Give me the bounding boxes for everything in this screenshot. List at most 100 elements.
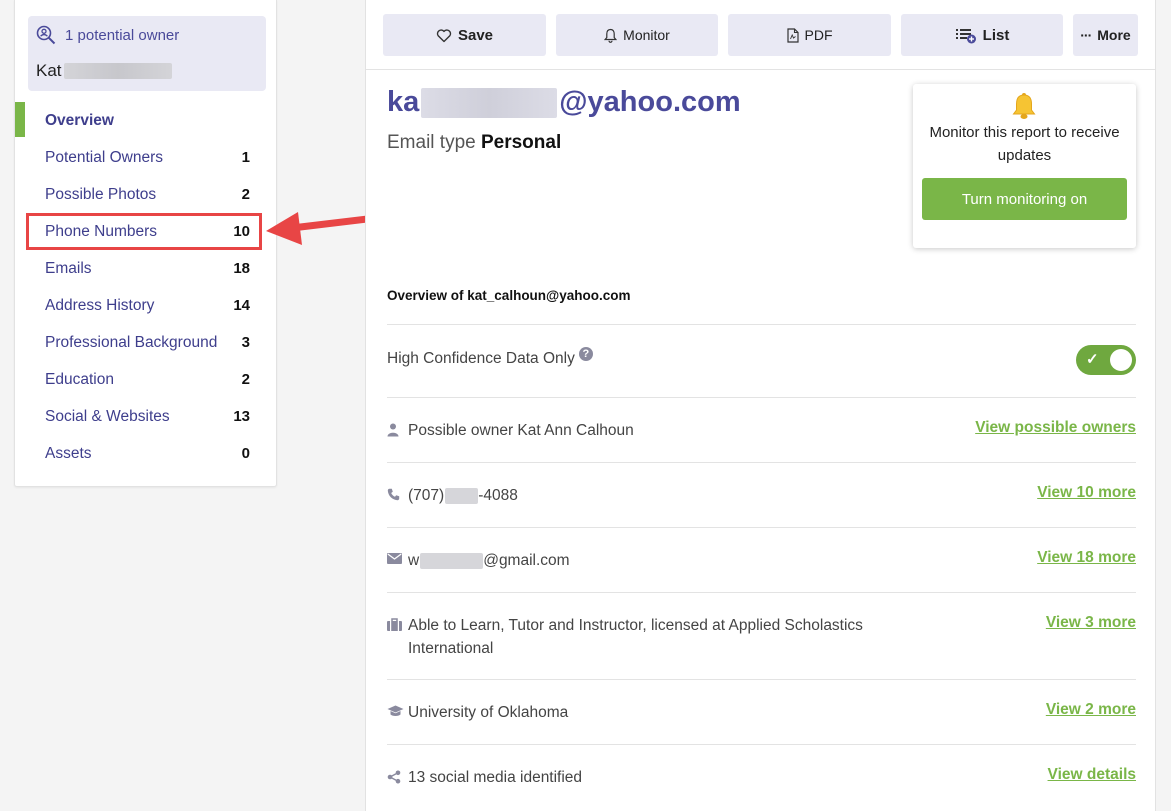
sidebar-item-address-history[interactable]: Address History 14 <box>15 287 276 324</box>
sidebar-item-label: Address History <box>45 296 155 314</box>
phone-row: (707) -4088 View 10 more <box>387 462 1136 527</box>
sidebar-item-label: Emails <box>45 259 92 277</box>
overview-heading: Overview of kat_calhoun@yahoo.com <box>387 288 631 303</box>
sidebar-item-count: 2 <box>241 371 250 388</box>
sidebar-item-education[interactable]: Education 2 <box>15 361 276 398</box>
monitor-button[interactable]: Monitor <box>556 14 718 56</box>
sidebar-item-professional-background[interactable]: Professional Background 3 <box>15 324 276 361</box>
email-type-value: Personal <box>480 132 562 153</box>
high-confidence-toggle[interactable]: ✓ <box>1076 345 1136 375</box>
monitor-message: Monitor this report to receive updates <box>929 124 1120 164</box>
owner-count: 1 potential owner <box>36 25 179 45</box>
email-label: w @gmail.com <box>387 549 570 572</box>
job-text: Able to Learn, Tutor and Instructor, lic… <box>408 617 863 657</box>
education-row: University of Oklahoma View 2 more <box>387 679 1136 744</box>
person-icon <box>387 419 408 437</box>
sidebar-item-count: 14 <box>233 297 250 314</box>
view-possible-owners-link[interactable]: View possible owners <box>975 419 1136 437</box>
sidebar-item-label: Assets <box>45 444 92 462</box>
help-icon[interactable]: ? <box>578 347 593 361</box>
sidebar-item-possible-photos[interactable]: Possible Photos 2 <box>15 176 276 213</box>
email-prefix: w <box>408 552 420 569</box>
education-label: University of Oklahoma <box>387 701 568 724</box>
sidebar-item-phone-numbers[interactable]: Phone Numbers 10 <box>26 213 262 250</box>
possible-owner-label: Possible owner Kat Ann Calhoun <box>387 419 634 442</box>
report-main: Save Monitor PDF List ··· More ka @yahoo… <box>365 0 1156 811</box>
high-confidence-row: High Confidence Data Only ? ✓ <box>387 324 1136 397</box>
pdf-label: PDF <box>804 27 833 43</box>
sidebar-item-count: 0 <box>241 445 250 462</box>
report-email-title: ka @yahoo.com <box>387 86 741 119</box>
list-button[interactable]: List <box>901 14 1063 56</box>
sidebar-item-emails[interactable]: Emails 18 <box>15 250 276 287</box>
redacted-block <box>421 87 558 118</box>
bell-icon <box>1012 93 1036 119</box>
save-button[interactable]: Save <box>383 14 546 56</box>
view-social-details-link[interactable]: View details <box>1048 766 1136 784</box>
phone-label: (707) -4088 <box>387 484 518 507</box>
sidebar-item-label: Overview <box>45 111 114 129</box>
sidebar-item-count: 10 <box>233 223 250 240</box>
toggle-knob <box>1110 349 1132 371</box>
pdf-button[interactable]: PDF <box>728 14 891 56</box>
view-emails-link[interactable]: View 18 more <box>1037 549 1136 567</box>
redacted-block <box>420 553 484 569</box>
possible-owner-text: Possible owner Kat Ann Calhoun <box>408 422 634 439</box>
view-phones-link[interactable]: View 10 more <box>1037 484 1136 502</box>
job-label: Able to Learn, Tutor and Instructor, lic… <box>387 614 887 660</box>
sidebar-item-label: Education <box>45 370 114 388</box>
sidebar-item-potential-owners[interactable]: Potential Owners 1 <box>15 139 276 176</box>
high-confidence-label: High Confidence Data Only ? <box>387 347 593 370</box>
view-jobs-link[interactable]: View 3 more <box>1046 614 1136 632</box>
view-education-link[interactable]: View 2 more <box>1046 701 1136 719</box>
monitor-card: Monitor this report to receive updates T… <box>913 84 1136 248</box>
phone-suffix: -4088 <box>478 487 518 504</box>
sidebar-item-label: Potential Owners <box>45 148 164 166</box>
report-toolbar: Save Monitor PDF List ··· More <box>366 0 1155 70</box>
sidebar-item-count: 1 <box>241 149 250 166</box>
owner-card[interactable]: 1 potential owner Kat <box>28 16 266 91</box>
monitor-label: Monitor <box>623 27 670 43</box>
more-dots-icon: ··· <box>1080 27 1092 43</box>
owner-name: Kat <box>36 61 172 81</box>
sidebar-item-label: Professional Background <box>45 333 218 351</box>
briefcase-icon <box>387 614 408 631</box>
education-text: University of Oklahoma <box>408 704 569 721</box>
sidebar-item-label: Possible Photos <box>45 185 157 203</box>
share-icon <box>387 766 408 784</box>
possible-owner-row: Possible owner Kat Ann Calhoun View poss… <box>387 397 1136 462</box>
email-row: w @gmail.com View 18 more <box>387 527 1136 592</box>
save-label: Save <box>457 26 494 44</box>
sidebar-item-label: Social & Websites <box>45 407 170 425</box>
list-label: List <box>982 26 1010 44</box>
high-confidence-text: High Confidence Data Only <box>387 350 575 367</box>
job-row: Able to Learn, Tutor and Instructor, lic… <box>387 592 1136 679</box>
more-button[interactable]: ··· More <box>1073 14 1138 56</box>
email-type-label: Email type <box>387 132 476 153</box>
envelope-icon <box>387 549 408 564</box>
owner-name-text: Kat <box>36 61 62 80</box>
email-type: Email type Personal <box>387 132 561 154</box>
bell-icon <box>604 28 618 43</box>
sidebar-item-count: 18 <box>233 260 250 277</box>
redacted-block <box>445 488 479 504</box>
add-to-list-icon <box>955 28 976 43</box>
check-icon: ✓ <box>1086 351 1099 368</box>
report-sidebar: 1 potential owner Kat Overview Potential… <box>14 0 277 487</box>
sidebar-item-social-websites[interactable]: Social & Websites 13 <box>15 398 276 435</box>
phone-icon <box>387 484 408 501</box>
sidebar-item-overview[interactable]: Overview <box>15 102 276 139</box>
more-label: More <box>1097 27 1131 43</box>
email-domain: @yahoo.com <box>559 86 741 118</box>
graduation-cap-icon <box>387 701 408 718</box>
phone-prefix: (707) <box>408 487 445 504</box>
social-label: 13 social media identified <box>387 766 582 789</box>
email-suffix: @gmail.com <box>483 552 570 569</box>
sidebar-nav: Overview Potential Owners 1 Possible Pho… <box>15 102 276 472</box>
sidebar-item-count: 13 <box>233 408 250 425</box>
sidebar-item-label: Phone Numbers <box>45 222 158 240</box>
turn-monitoring-on-button[interactable]: Turn monitoring on <box>922 178 1127 220</box>
sidebar-item-assets[interactable]: Assets 0 <box>15 435 276 472</box>
sidebar-item-count: 2 <box>241 186 250 203</box>
social-text: 13 social media identified <box>408 769 583 786</box>
